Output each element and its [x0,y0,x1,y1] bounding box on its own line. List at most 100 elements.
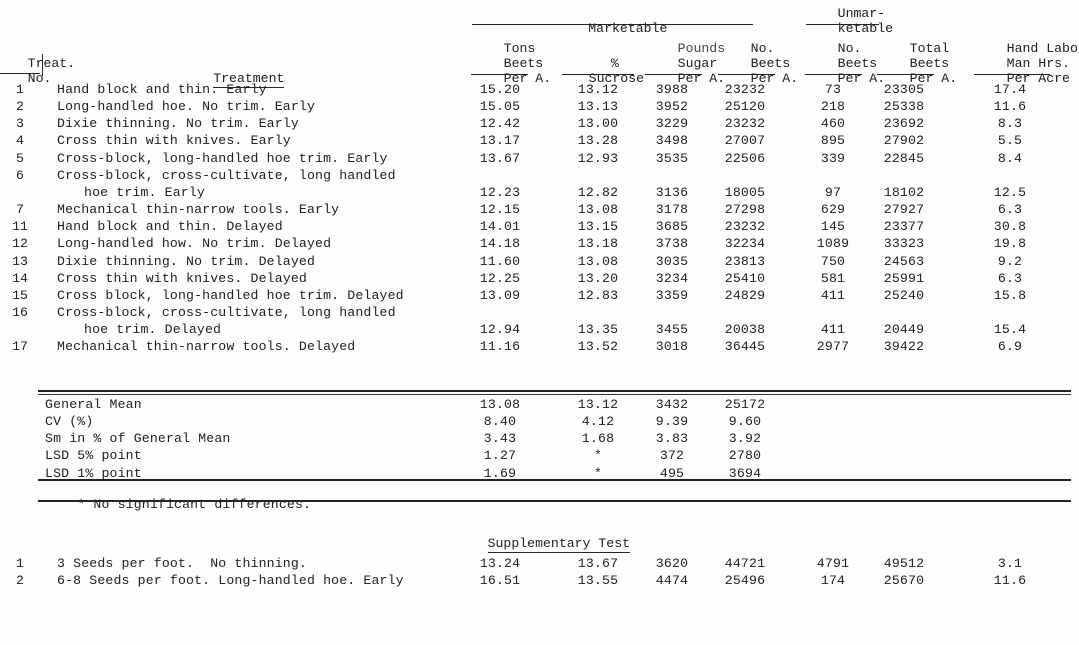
data-cell: 24829 [724,287,766,303]
treatment-description: Long-handled how. No trim. Delayed [57,236,332,252]
data-cell: 12.15 [479,202,521,218]
data-cell: 25240 [883,287,925,303]
treatment-description: Long-handled hoe. No trim. Early [57,99,316,115]
treatment-number: 15 [12,287,28,303]
data-cell: 6.3 [997,270,1023,286]
statistic-label: General Mean [45,397,142,412]
data-cell: 20038 [724,322,766,338]
treatment-number: 14 [12,270,28,286]
data-cell: 19.8 [993,236,1027,252]
data-cell: 17.4 [993,82,1027,97]
treatment-number: 4 [16,133,24,149]
data-cell: 23232 [724,219,766,235]
rule-col-7 [974,74,1050,76]
data-cell: 23232 [724,116,766,132]
data-cell: 5.5 [997,133,1023,149]
data-cell: 13.67 [479,150,521,166]
statistic-value: 25172 [724,397,766,412]
data-cell: 6.9 [997,339,1023,355]
treatment-number: 11 [12,219,28,235]
rule-col-1 [471,74,528,76]
statistic-value: 13.08 [479,397,521,412]
treatment-number: 3 [16,116,24,132]
data-cell: 20449 [883,322,925,338]
data-cell: 14.01 [479,219,521,235]
statistic-value: 9.60 [728,414,762,430]
data-cell: 27007 [724,133,766,149]
supplementary-data-cell: 11.6 [993,573,1027,589]
treatment-number: 6 [16,167,24,183]
data-cell: 27927 [883,202,925,218]
data-cell: 27298 [724,202,766,218]
rule-below-footnote [38,500,1071,502]
data-cell: 11.6 [993,99,1027,115]
treatment-description: Dixie thinning. No trim. Early [57,116,299,132]
data-cell: 23692 [883,116,925,132]
rule-col-2 [562,74,634,76]
data-cell: 32234 [724,236,766,252]
supplementary-data-cell: 25496 [724,573,766,589]
supplementary-treatment-number: 2 [16,573,24,589]
data-cell: 15.8 [993,287,1027,303]
data-cell: 25338 [883,99,925,115]
rule-treat-no-header [0,73,40,75]
scanned-page: Marketable Unmar- ketable Treat. No. Tre… [0,0,1079,645]
statistic-label: CV (%) [45,414,94,430]
rule-col-6 [877,74,934,76]
data-cell: 9.2 [997,253,1023,269]
treatment-number: 1 [16,82,24,97]
rule-col-5 [805,74,862,76]
data-cell: 23813 [724,253,766,269]
data-cell: 15.4 [993,322,1027,338]
supplementary-data-cell: 16.51 [479,573,521,589]
data-cell: 11.16 [479,339,521,355]
data-cell: 11.60 [479,253,521,269]
data-cell: 14.18 [479,236,521,252]
data-cell: 12.25 [479,270,521,286]
data-cell: 22845 [883,150,925,166]
rule-col-4 [718,74,775,76]
supplementary-treatment-description: 3 Seeds per foot. No thinning. [57,556,307,571]
treatment-number: 12 [12,236,28,252]
data-cell: 23377 [883,219,925,235]
treatment-description: Dixie thinning. No trim. Delayed [57,253,316,269]
data-cell: 27902 [883,133,925,149]
data-cell: 25410 [724,270,766,286]
supplementary-data-cell: 3.1 [997,556,1023,571]
supplementary-treatment-number: 1 [16,556,24,571]
data-cell: 23305 [883,82,925,97]
data-cell: 12.94 [479,322,521,338]
treatment-description: Mechanical thin-narrow tools. Early [57,202,340,218]
treatment-description-continued: hoe trim. Delayed [84,322,222,338]
data-cell: 25991 [883,270,925,286]
statistic-label: LSD 5% point [45,448,142,464]
treatment-number: 7 [16,202,24,218]
rule-col-3 [645,74,702,76]
treatment-description-continued: hoe trim. Early [84,184,205,200]
data-cell: 25120 [724,99,766,115]
statistic-value: 8.40 [483,414,517,430]
data-cell: 8.4 [997,150,1023,166]
supplementary-data-cell: 44721 [724,556,766,571]
rule-above-statistics [38,390,1071,392]
treatment-number: 13 [12,253,28,269]
data-cell: 15.05 [479,99,521,115]
treatment-description: Cross thin with knives. Delayed [57,270,307,286]
treatment-description: Cross block, long-handled hoe trim. Dela… [57,287,404,303]
data-cell: 39422 [883,339,925,355]
data-cell: 15.20 [479,82,521,97]
treatment-number: 16 [12,304,28,320]
data-cell: 12.42 [479,116,521,132]
treatment-description: Cross-block, cross-cultivate, long handl… [57,304,396,320]
footnote: * No significant differences. [45,482,311,527]
data-cell: 24563 [883,253,925,269]
treatment-description: Mechanical thin-narrow tools. Delayed [57,339,356,355]
data-cell: 23232 [724,82,766,97]
rule-above-statistics-2 [38,394,1071,396]
supplementary-test-title-label: Supplementary Test [487,536,631,553]
data-cell: 12.5 [993,184,1027,200]
statistic-label: Sm in % of General Mean [45,431,231,447]
supplementary-treatment-description: 6-8 Seeds per foot. Long-handled hoe. Ea… [57,573,404,589]
data-cell: 18005 [724,184,766,200]
treatment-description: Hand block and thin. Delayed [57,219,283,235]
